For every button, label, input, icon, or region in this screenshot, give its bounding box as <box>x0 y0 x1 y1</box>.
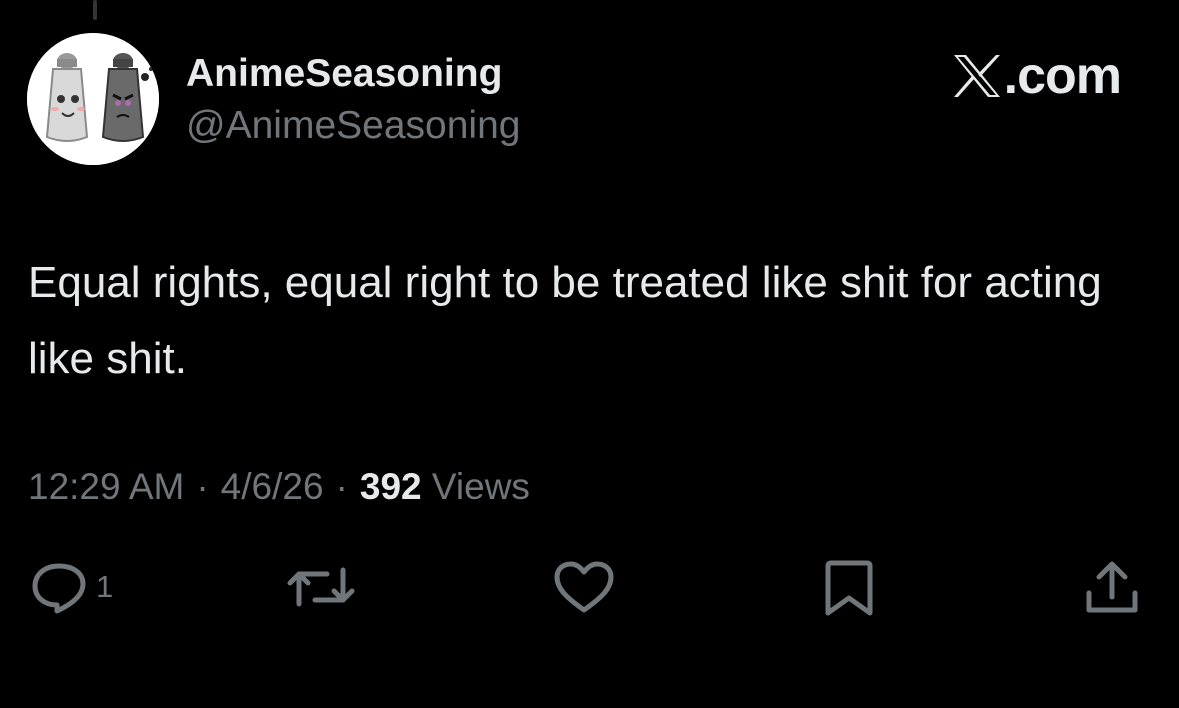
brand-text: .com <box>1003 47 1122 105</box>
heart-icon <box>554 561 614 613</box>
reply-button[interactable]: 1 <box>30 560 113 614</box>
views-label: Views <box>431 466 530 507</box>
share-icon <box>1086 561 1138 613</box>
retweet-icon <box>287 567 355 607</box>
meta-separator: · <box>196 466 209 507</box>
like-button[interactable] <box>553 560 615 614</box>
meta-separator: · <box>335 466 348 507</box>
share-button[interactable] <box>1084 560 1140 616</box>
salt-and-pepper-shakers-avatar <box>27 33 159 165</box>
x-logo-icon <box>953 55 1000 97</box>
tweet-meta: 12:29 AM · 4/6/26 · 392 Views <box>28 466 530 508</box>
retweet-button[interactable] <box>287 560 355 614</box>
avatar[interactable] <box>27 33 159 165</box>
bookmark-icon <box>825 560 873 616</box>
tweet-date[interactable]: 4/6/26 <box>221 466 324 507</box>
tweet-time[interactable]: 12:29 AM <box>28 466 184 507</box>
author-display-name[interactable]: AnimeSeasoning <box>186 52 502 96</box>
reply-count: 1 <box>96 569 114 604</box>
author-handle[interactable]: @AnimeSeasoning <box>186 104 520 148</box>
bookmark-button[interactable] <box>823 560 875 616</box>
reply-icon <box>32 563 86 614</box>
views-count: 392 <box>359 466 422 507</box>
x-com-watermark: .com <box>952 46 1122 106</box>
tweet-text: Equal rights, equal right to be treated … <box>28 258 1102 383</box>
thread-connector-line <box>93 0 97 20</box>
